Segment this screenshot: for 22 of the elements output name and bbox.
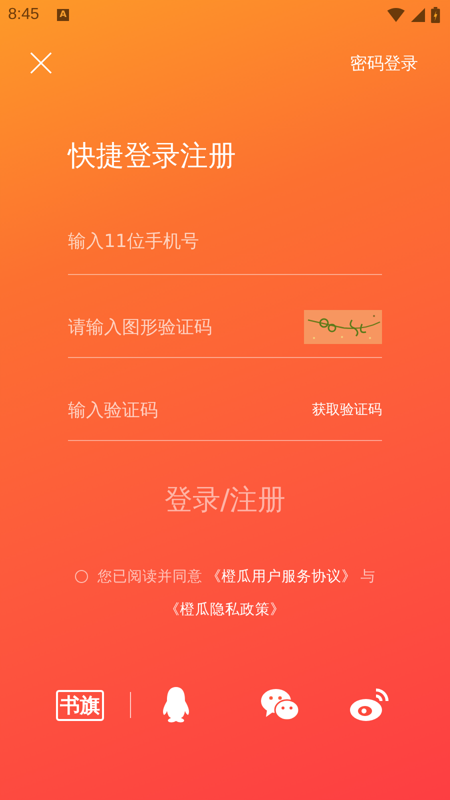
agreement-text: 您已阅读并同意 (98, 568, 202, 586)
weibo-icon[interactable] (349, 688, 389, 722)
battery-icon (431, 7, 440, 23)
notification-icon: A (57, 9, 70, 21)
shuqi-logo-button[interactable]: 书旗 (56, 690, 104, 720)
agree-checkbox[interactable] (74, 570, 88, 583)
wifi-icon (387, 8, 405, 22)
chat-bubbles-icon[interactable] (261, 688, 301, 722)
password-login-link[interactable]: 密码登录 (350, 52, 418, 74)
close-icon (30, 52, 52, 74)
input-field[interactable]: 输入验证码 (68, 400, 312, 420)
terms-link[interactable]: 《橙瓜用户服务协议》 (206, 567, 356, 586)
status-time: 8:45 (8, 6, 40, 24)
input-field[interactable]: 请输入图形验证码 (68, 316, 304, 338)
get-code-button[interactable]: 获取验证码 (312, 401, 382, 419)
signal-icon (411, 8, 425, 22)
privacy-link[interactable]: 《橙瓜隐私政策》 (165, 600, 285, 619)
page-title: 快捷登录注册 (68, 138, 237, 174)
input-field[interactable]: 输入11位手机号 (68, 231, 382, 252)
penguin-icon[interactable] (161, 687, 191, 723)
conjunction-text: 与 (360, 568, 376, 586)
close-button[interactable] (30, 52, 52, 74)
